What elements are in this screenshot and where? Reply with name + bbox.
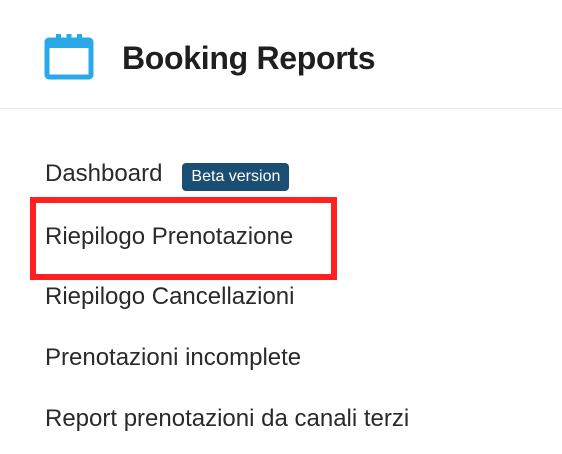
menu-item-label: Riepilogo Cancellazioni bbox=[45, 283, 295, 310]
menu-item-riepilogo-prenotazione[interactable]: Riepilogo Prenotazione bbox=[45, 220, 293, 254]
header: Booking Reports bbox=[0, 0, 562, 109]
menu-item-prenotazioni-incomplete[interactable]: Prenotazioni incomplete bbox=[45, 341, 301, 375]
menu-item-report-canali-terzi[interactable]: Report prenotazioni da canali terzi bbox=[45, 402, 409, 436]
menu-item-dashboard[interactable]: Dashboard Beta version bbox=[45, 157, 290, 191]
beta-badge: Beta version bbox=[182, 163, 290, 191]
menu-item-label: Report prenotazioni da canali terzi bbox=[45, 405, 410, 432]
calendar-icon bbox=[44, 34, 94, 80]
menu-item-label: Dashboard bbox=[45, 160, 163, 187]
menu-item-label: Prenotazioni incomplete bbox=[45, 344, 302, 371]
menu-item-riepilogo-cancellazioni[interactable]: Riepilogo Cancellazioni bbox=[45, 280, 294, 314]
menu-item-label: Riepilogo Prenotazione bbox=[45, 223, 294, 250]
page-title: Booking Reports bbox=[122, 40, 376, 76]
booking-reports-page: Booking Reports Dashboard Beta version R… bbox=[0, 0, 562, 454]
